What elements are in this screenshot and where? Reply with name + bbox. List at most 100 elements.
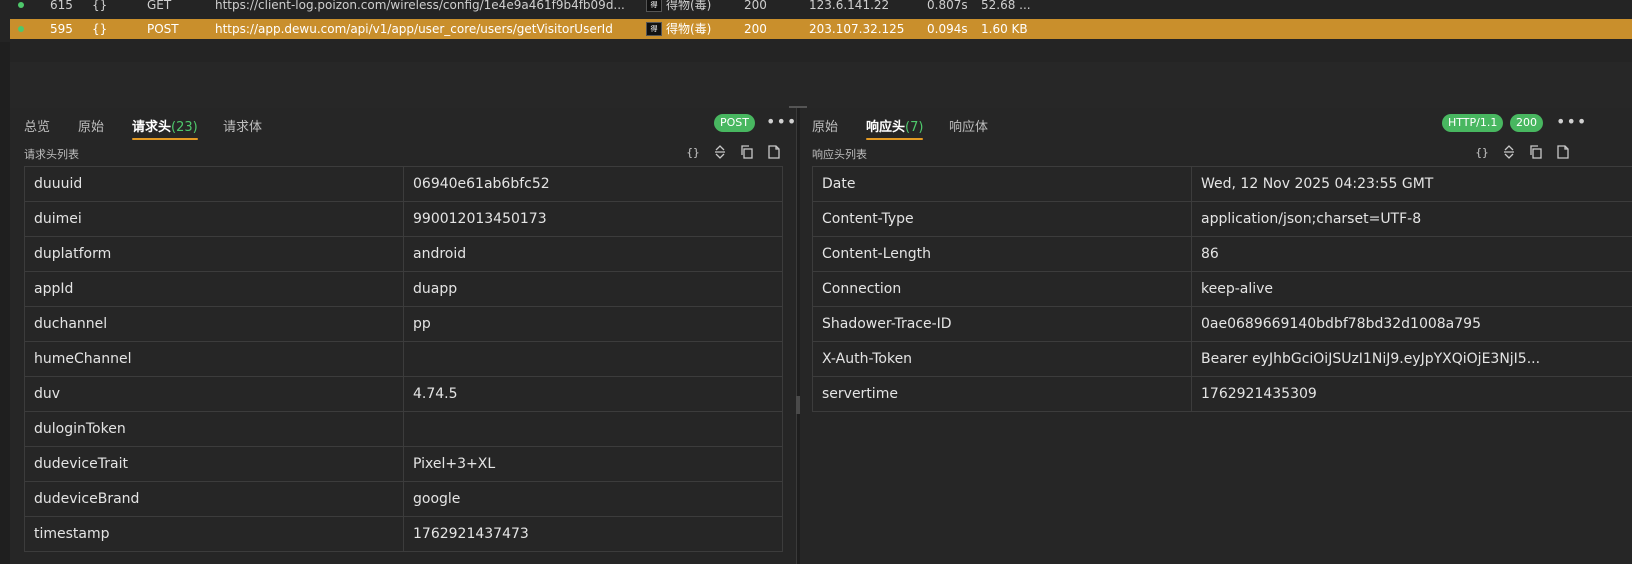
braces-icon[interactable]: {} (685, 144, 701, 160)
header-row[interactable]: Content-Type application/json;charset=UTF… (812, 201, 1632, 237)
header-value[interactable]: application/json;charset=UTF-8 (1191, 201, 1632, 237)
header-row[interactable]: Shadower-Trace-ID 0ae0689669140bdbf78bd32… (812, 306, 1632, 342)
header-value[interactable]: Pixel+3+XL (403, 446, 783, 482)
header-value[interactable]: 0ae0689669140bdbf78bd32d1008a795 (1191, 306, 1632, 342)
header-row[interactable]: duv 4.74.5 (24, 376, 783, 412)
header-name: duchannel (24, 306, 404, 342)
response-headers-list-title: 响应头列表 (812, 148, 867, 161)
header-row[interactable]: Connection keep-alive (812, 271, 1632, 307)
header-row[interactable]: duplatform android (24, 236, 783, 272)
header-row[interactable]: dudeviceBrand google (24, 481, 783, 517)
request-id: 615 (50, 0, 73, 12)
expand-collapse-icon[interactable] (712, 144, 728, 160)
protocol-badge: HTTP/1.1 (1442, 114, 1504, 132)
header-name: Content-Length (812, 236, 1192, 272)
request-tabs: 总览 原始 请求头(23) 请求体 POST ••• (10, 108, 796, 142)
header-name: humeChannel (24, 341, 404, 377)
app-name: 得物(毒) (666, 22, 712, 36)
request-time: 0.094s (927, 22, 968, 36)
header-count: (7) (905, 120, 924, 135)
header-value[interactable]: pp (403, 306, 783, 342)
header-value[interactable]: Bearer eyJhbGciOiJSUzI1NiJ9.eyJpYXQiOjE3… (1191, 341, 1632, 377)
request-time: 0.807s (927, 0, 968, 12)
more-options-icon[interactable]: ••• (766, 112, 797, 131)
header-name: timestamp (24, 516, 404, 552)
request-size: 52.68 ... (981, 0, 1031, 12)
request-id: 595 (50, 22, 73, 36)
header-value[interactable]: 1762921437473 (403, 516, 783, 552)
header-name: Date (812, 166, 1192, 202)
tab-response-headers[interactable]: 响应头(7) (866, 116, 924, 142)
content-type-icon: {} (92, 22, 108, 36)
header-row[interactable]: duuuid 06940e61ab6bfc52 (24, 166, 783, 202)
header-name: appId (24, 271, 404, 307)
request-status: 200 (744, 0, 767, 12)
header-row[interactable]: humeChannel (24, 341, 783, 377)
header-row[interactable]: Date Wed, 12 Nov 2025 04:23:55 GMT (812, 166, 1632, 202)
header-row[interactable]: duimei 990012013450173 (24, 201, 783, 237)
tab-overview[interactable]: 总览 (24, 116, 50, 142)
request-ip: 203.107.32.125 (809, 22, 905, 36)
header-row[interactable]: X-Auth-Token Bearer eyJhbGciOiJSUzI1NiJ9.… (812, 341, 1632, 377)
request-ip: 123.6.141.22 (809, 0, 890, 12)
copy-icon[interactable] (739, 144, 755, 160)
more-options-icon[interactable]: ••• (1556, 112, 1587, 131)
header-value[interactable]: 06940e61ab6bfc52 (403, 166, 783, 202)
tab-response-body[interactable]: 响应体 (949, 116, 988, 142)
header-value[interactable]: duapp (403, 271, 783, 307)
request-headers-list-title: 请求头列表 (24, 148, 79, 161)
header-name: X-Auth-Token (812, 341, 1192, 377)
header-value[interactable]: 1762921435309 (1191, 376, 1632, 412)
request-row[interactable]: 615 {} GET https://client-log.poizon.com… (10, 0, 1632, 15)
tab-request-body[interactable]: 请求体 (223, 116, 262, 142)
header-value[interactable] (403, 341, 783, 377)
response-headers-table: Date Wed, 12 Nov 2025 04:23:55 GMT Content… (812, 166, 1632, 412)
header-value[interactable]: keep-alive (1191, 271, 1632, 307)
header-value[interactable]: 990012013450173 (403, 201, 783, 237)
dewu-app-icon: 得 (646, 21, 662, 36)
braces-icon[interactable]: {} (1474, 144, 1490, 160)
request-row-selected[interactable]: 595 {} POST https://app.dewu.com/api/v1/… (10, 19, 1632, 39)
proxy-inspector-window: 615 {} GET https://client-log.poizon.com… (0, 0, 1632, 564)
header-name: Shadower-Trace-ID (812, 306, 1192, 342)
request-headers-table: duuuid 06940e61ab6bfc52 duimei 990012013450… (24, 166, 783, 552)
request-method: POST (147, 22, 179, 36)
copy-icon[interactable] (1528, 144, 1544, 160)
list-empty-area (10, 62, 1632, 108)
header-value[interactable]: 86 (1191, 236, 1632, 272)
request-url: https://app.dewu.com/api/v1/app/user_cor… (215, 22, 613, 36)
header-row[interactable]: Content-Length 86 (812, 236, 1632, 272)
response-tabs: 原始 响应头(7) 响应体 HTTP/1.1 200 ••• (800, 108, 1632, 142)
app-name: 得物(毒) (666, 0, 712, 12)
header-value[interactable]: android (403, 236, 783, 272)
header-name: servertime (812, 376, 1192, 412)
tab-raw[interactable]: 原始 (812, 116, 838, 142)
svg-text:{}: {} (1475, 146, 1488, 159)
header-value[interactable]: 4.74.5 (403, 376, 783, 412)
request-list: 615 {} GET https://client-log.poizon.com… (0, 0, 1632, 42)
status-dot (18, 19, 26, 39)
request-method: GET (147, 0, 172, 12)
status-code-badge: 200 (1510, 114, 1543, 132)
svg-text:{}: {} (686, 146, 699, 159)
header-row[interactable]: duloginToken (24, 411, 783, 447)
tab-raw[interactable]: 原始 (78, 116, 104, 142)
header-value[interactable]: Wed, 12 Nov 2025 04:23:55 GMT (1191, 166, 1632, 202)
header-row[interactable]: dudeviceTrait Pixel+3+XL (24, 446, 783, 482)
method-badge: POST (714, 114, 755, 132)
header-row[interactable]: duchannel pp (24, 306, 783, 342)
file-icon[interactable] (1555, 144, 1571, 160)
header-row[interactable]: appId duapp (24, 271, 783, 307)
file-icon[interactable] (766, 144, 782, 160)
header-value[interactable] (403, 411, 783, 447)
header-name: duuuid (24, 166, 404, 202)
header-row[interactable]: timestamp 1762921437473 (24, 516, 783, 552)
header-name: dudeviceBrand (24, 481, 404, 517)
header-row[interactable]: servertime 1762921435309 (812, 376, 1632, 412)
request-url: https://client-log.poizon.com/wireless/c… (215, 0, 625, 12)
header-value[interactable]: google (403, 481, 783, 517)
tab-request-headers[interactable]: 请求头(23) (132, 116, 198, 142)
header-name: dudeviceTrait (24, 446, 404, 482)
expand-collapse-icon[interactable] (1501, 144, 1517, 160)
content-type-icon: {} (92, 0, 108, 12)
